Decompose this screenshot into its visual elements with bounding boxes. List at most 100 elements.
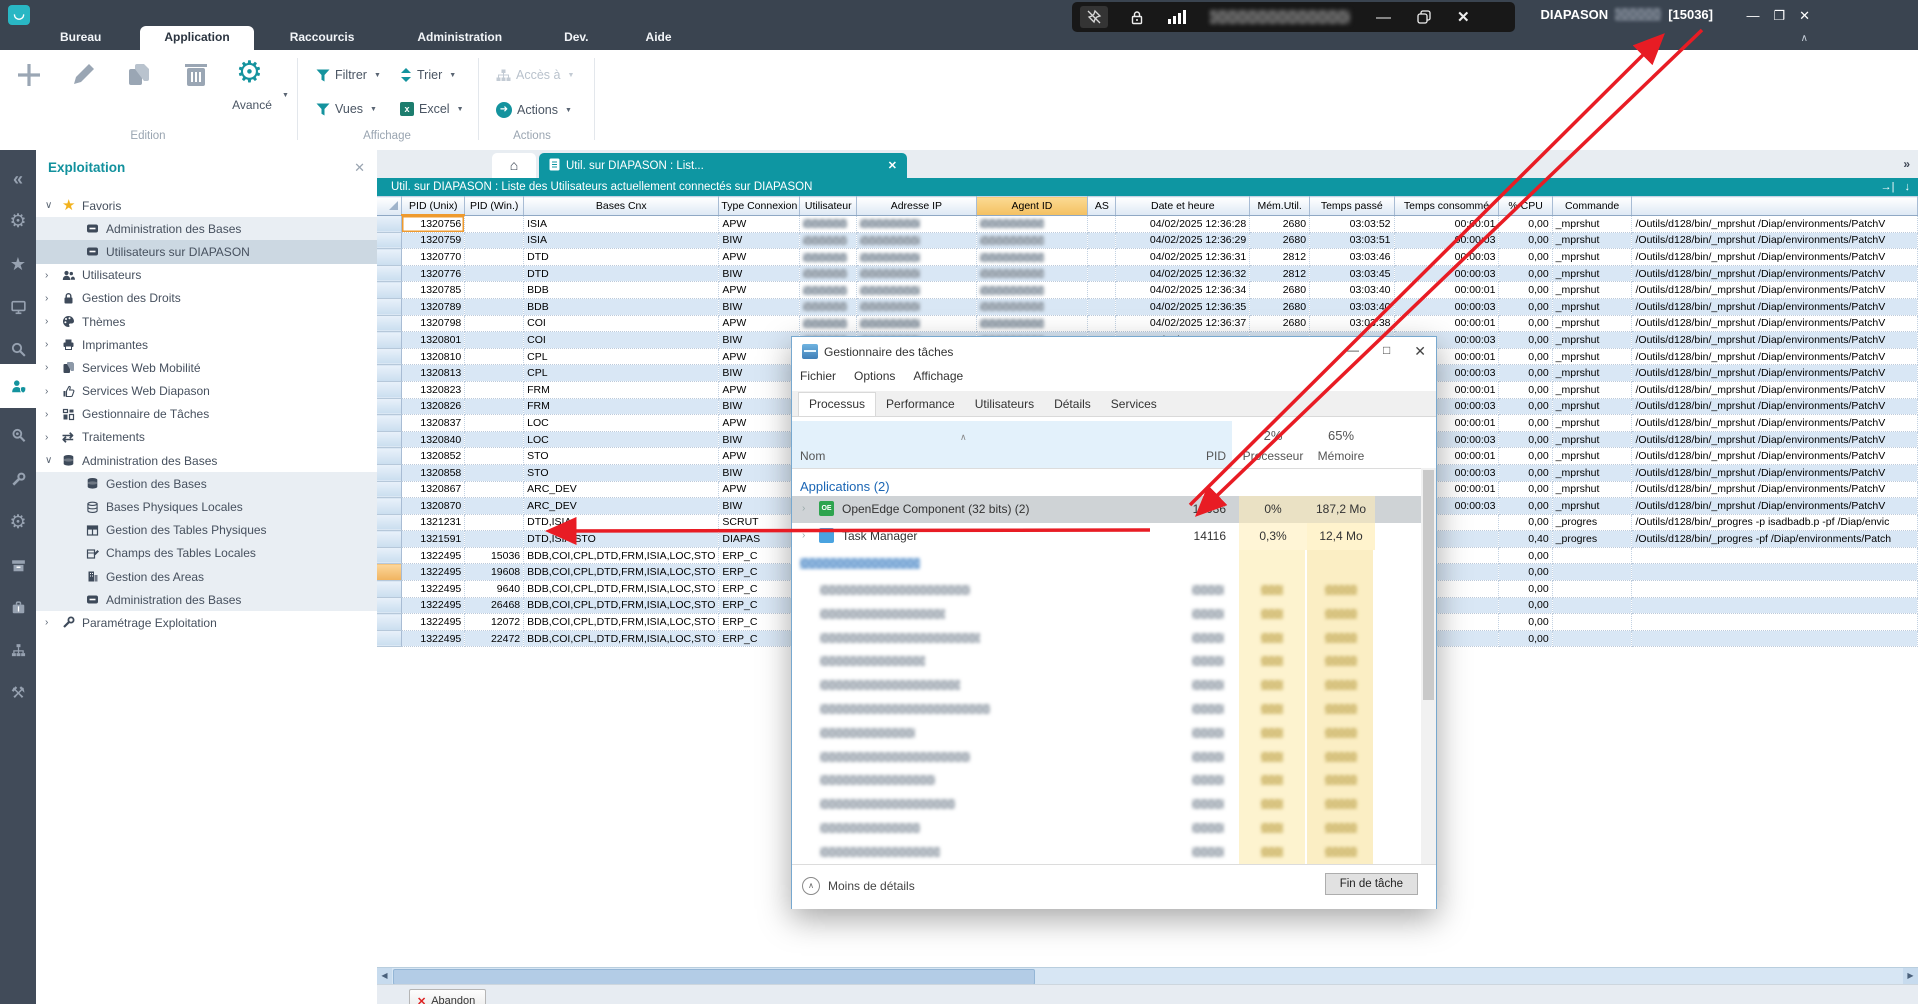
chevron-down-icon[interactable]: ∨ xyxy=(45,455,59,466)
views-button[interactable]: Vues▼ xyxy=(316,102,377,116)
advanced-gear-icon[interactable]: ⚙ xyxy=(236,58,263,88)
taskmgr-row-redacted[interactable] xyxy=(792,768,1421,792)
column-header-temps-pass-[interactable]: Temps passé xyxy=(1310,197,1394,216)
tab-close-icon[interactable]: ✕ xyxy=(888,159,897,172)
overlay-minimize-icon[interactable]: — xyxy=(1376,9,1391,26)
menu-item-bureau[interactable]: Bureau xyxy=(58,26,103,50)
column-header-pid-unix-[interactable]: PID (Unix) xyxy=(402,197,465,216)
chevron-right-icon[interactable]: › xyxy=(45,316,59,327)
edit-button[interactable] xyxy=(68,60,98,95)
restore-icon[interactable]: ❐ xyxy=(1773,8,1785,24)
sidebar-item-utilisateurs[interactable]: ›Utilisateurs xyxy=(36,264,377,287)
table-row[interactable]: 1320756ISIAAPW04/02/2025 12:36:28268003:… xyxy=(377,215,1918,232)
sidebar-item-gestion-des-bases[interactable]: Gestion des Bases xyxy=(36,472,377,495)
chevron-right-icon[interactable]: › xyxy=(45,432,59,443)
column-header-as[interactable]: AS xyxy=(1088,197,1116,216)
taskmgr-col-nom[interactable]: Nom xyxy=(800,449,825,463)
actions-button[interactable]: ➜ Actions▼ xyxy=(496,102,572,118)
menu-item-aide[interactable]: Aide xyxy=(644,26,674,50)
menu-item-administration[interactable]: Administration xyxy=(415,26,504,50)
collapse-ribbon-icon[interactable]: ∧ xyxy=(1801,33,1808,44)
search-icon[interactable] xyxy=(0,330,36,368)
sidebar-item-administration-des-bases[interactable]: ∨Administration des Bases xyxy=(36,449,377,472)
chevron-right-icon[interactable]: › xyxy=(45,270,59,281)
taskmgr-maximize-icon[interactable]: □ xyxy=(1383,343,1390,360)
taskmgr-col-pid[interactable]: PID xyxy=(1186,449,1226,463)
sitemap-icon[interactable] xyxy=(0,631,36,669)
tools-icon[interactable]: ⚒ xyxy=(0,674,36,712)
advanced-button[interactable]: Avancé xyxy=(222,98,282,112)
scroll-left-icon[interactable]: ◀ xyxy=(377,968,392,984)
add-button[interactable] xyxy=(14,60,44,95)
table-row[interactable]: 1320776DTDBIW04/02/2025 12:36:32281203:0… xyxy=(377,265,1918,282)
sidebar-item-champs-des-tables-locales[interactable]: Champs des Tables Locales xyxy=(36,542,377,565)
taskmgr-row-redacted[interactable] xyxy=(792,840,1421,864)
sidebar-item-favoris[interactable]: ∨★Favoris xyxy=(36,194,377,217)
taskmgr-col-mem[interactable]: Mémoire xyxy=(1307,449,1375,463)
gear-icon[interactable]: ⚙ xyxy=(0,503,36,541)
chevron-right-icon[interactable]: › xyxy=(45,409,59,420)
sidebar-item-gestionnaire-de-t-ches[interactable]: ›Gestionnaire de Tâches xyxy=(36,403,377,426)
taskmgr-row-redacted[interactable] xyxy=(792,602,1421,626)
chevron-down-icon[interactable]: ∨ xyxy=(45,200,59,211)
column-header-type-connexion[interactable]: Type Connexion xyxy=(719,197,800,216)
sidebar-item-services-web-diapason[interactable]: ›Services Web Diapason xyxy=(36,380,377,403)
taskmgr-row-redacted[interactable] xyxy=(792,745,1421,769)
chevron-right-icon[interactable]: › xyxy=(45,362,59,373)
taskmgr-tab-utilisateurs[interactable]: Utilisateurs xyxy=(965,393,1044,416)
table-row[interactable]: 1320785BDBAPW04/02/2025 12:36:34268003:0… xyxy=(377,282,1918,299)
taskmgr-row-redacted[interactable] xyxy=(792,626,1421,650)
taskmgr-tab-services[interactable]: Services xyxy=(1101,393,1167,416)
taskmgr-menu-options[interactable]: Options xyxy=(854,369,895,383)
chevron-right-icon[interactable]: › xyxy=(45,386,59,397)
taskmgr-minimize-icon[interactable]: — xyxy=(1347,343,1359,360)
taskmgr-tab-processus[interactable]: Processus xyxy=(798,392,876,416)
taskmgr-tab-performance[interactable]: Performance xyxy=(876,393,965,416)
sidebar-item-th-mes[interactable]: ›Thèmes xyxy=(36,310,377,333)
taskmgr-mem-percent[interactable]: 65% xyxy=(1307,428,1375,443)
column-header--cpu[interactable]: % CPU xyxy=(1499,197,1552,216)
briefcase-icon[interactable] xyxy=(0,588,36,626)
copy-button[interactable] xyxy=(124,60,154,95)
settings-wheel-icon[interactable]: ⚙ xyxy=(0,202,36,240)
taskmgr-row-redacted[interactable] xyxy=(792,578,1421,602)
taskmgr-row-redacted[interactable] xyxy=(792,816,1421,840)
sidebar-item-gestion-des-tables-physiques[interactable]: Gestion des Tables Physiques xyxy=(36,519,377,542)
horizontal-scrollbar[interactable]: ◀ ▶ xyxy=(377,967,1918,985)
overflow-icon[interactable]: » xyxy=(1903,157,1910,171)
sidebar-close-icon[interactable]: ✕ xyxy=(354,160,365,176)
column-header-m-m-util-[interactable]: Mém.Util. xyxy=(1250,197,1310,216)
excel-button[interactable]: x Excel▼ xyxy=(400,102,464,116)
column-header-pid-win-[interactable]: PID (Win.) xyxy=(465,197,524,216)
scroll-right-icon[interactable]: ▶ xyxy=(1903,968,1918,984)
column-header-blank[interactable] xyxy=(1632,197,1918,216)
sidebar-item-administration-des-bases[interactable]: Administration des Bases xyxy=(36,588,377,611)
column-header-utilisateur[interactable]: Utilisateur xyxy=(800,197,857,216)
overlay-restore-icon[interactable] xyxy=(1417,10,1431,24)
menu-item-application[interactable]: Application xyxy=(140,26,253,50)
home-tab[interactable]: ⌂ xyxy=(492,153,536,178)
sidebar-item-gestion-des-areas[interactable]: Gestion des Areas xyxy=(36,565,377,588)
table-row[interactable]: 1320759ISIABIW04/02/2025 12:36:29268003:… xyxy=(377,232,1918,249)
filter-button[interactable]: Filtrer▼ xyxy=(316,68,381,82)
wrench-icon[interactable] xyxy=(0,460,36,498)
taskmgr-row-redacted[interactable] xyxy=(792,649,1421,673)
sidebar-item-services-web-mobilit-[interactable]: ›Services Web Mobilité xyxy=(36,356,377,379)
sidebar-item-param-trage-exploitation[interactable]: ›Paramétrage Exploitation xyxy=(36,611,377,634)
taskmgr-tab-détails[interactable]: Détails xyxy=(1044,393,1101,416)
taskmgr-row-taskmanager[interactable]: ›Task Manager141160,3%12,4 Mo xyxy=(792,523,1421,550)
user-shield-icon[interactable] xyxy=(0,364,36,408)
sidebar-item-traitements[interactable]: ›⇄Traitements xyxy=(36,426,377,449)
table-row[interactable]: 1320789BDBBIW04/02/2025 12:36:35268003:0… xyxy=(377,298,1918,315)
menu-item-dev-[interactable]: Dev. xyxy=(562,26,590,50)
pin-off-icon[interactable] xyxy=(1080,6,1108,28)
taskmgr-cpu-percent[interactable]: 2% xyxy=(1239,428,1307,443)
expand-chevron-icon[interactable]: › xyxy=(802,530,805,541)
abandon-button[interactable]: ✕ Abandon xyxy=(409,989,486,1004)
scrollbar-thumb[interactable] xyxy=(393,969,1035,985)
taskmgr-close-icon[interactable]: ✕ xyxy=(1414,343,1426,360)
chevron-right-icon[interactable]: › xyxy=(45,617,59,628)
tab-utilisateurs-diapason[interactable]: Util. sur DIAPASON : List... ✕ xyxy=(539,153,907,178)
taskmgr-row-redacted[interactable] xyxy=(792,792,1421,816)
column-header-adresse-ip[interactable]: Adresse IP xyxy=(857,197,976,216)
